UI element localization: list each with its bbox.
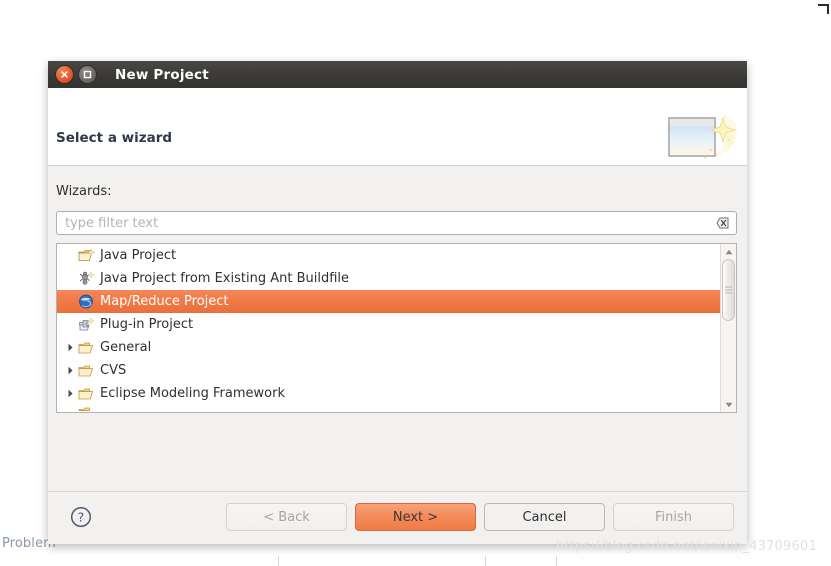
list-item-label: Plug-in Project (100, 317, 194, 332)
wizard-sparkle-icon (661, 110, 747, 166)
dialog-body: Wizards: type filter text Java Project J… (48, 166, 747, 491)
search-input[interactable] (57, 212, 712, 234)
folder-icon (77, 386, 95, 402)
dialog-header: Select a wizard (48, 88, 747, 166)
vertical-scrollbar[interactable] (720, 244, 736, 412)
ant-buildfile-icon (77, 271, 95, 287)
folder-icon (77, 340, 95, 356)
folder-icon (77, 405, 95, 412)
list-item-partial[interactable] (57, 405, 720, 412)
scroll-down-icon[interactable] (722, 398, 735, 411)
list-item-label: Java Project from Existing Ant Buildfile (100, 271, 350, 286)
finish-button[interactable]: Finish (613, 503, 734, 531)
java-project-icon (77, 248, 95, 264)
wizard-list-items: Java Project Java Project from Existing … (57, 244, 720, 412)
scrollbar-thumb[interactable] (722, 259, 735, 321)
background-column-divider (278, 556, 279, 566)
dialog-title: New Project (115, 66, 209, 83)
list-item-label: Map/Reduce Project (100, 294, 229, 309)
svg-text:?: ? (78, 510, 85, 525)
scroll-thumb-grip (725, 286, 732, 293)
list-item-label: Eclipse Modeling Framework (100, 386, 285, 401)
list-item[interactable]: Map/Reduce Project (57, 290, 720, 313)
background-column-divider (556, 556, 557, 566)
list-item[interactable]: Java Project from Existing Ant Buildfile (57, 267, 720, 290)
dialog-titlebar[interactable]: New Project (48, 61, 747, 88)
maximize-icon[interactable] (78, 65, 97, 84)
chevron-right-icon[interactable] (63, 343, 77, 352)
clear-filter-icon[interactable] (712, 215, 732, 231)
wizards-label: Wizards: (56, 184, 112, 199)
dialog-buttons: < Back Next > Cancel Finish (226, 503, 734, 531)
filter-field[interactable] (56, 211, 737, 235)
cancel-button[interactable]: Cancel (484, 503, 605, 531)
help-icon[interactable]: ? (66, 502, 96, 532)
list-item-label: CVS (100, 363, 127, 378)
list-item[interactable]: General (57, 336, 720, 359)
close-icon[interactable] (55, 65, 74, 84)
new-project-dialog: New Project Select a wizard Wizards: typ… (48, 61, 747, 544)
dialog-footer: ? < Back Next > Cancel Finish (48, 491, 747, 544)
map-reduce-icon (77, 294, 95, 310)
wizard-list[interactable]: Java Project Java Project from Existing … (56, 243, 737, 413)
scroll-up-icon[interactable] (722, 245, 735, 258)
folder-icon (77, 363, 95, 379)
next-button[interactable]: Next > (355, 503, 476, 531)
list-item[interactable]: Java Project (57, 244, 720, 267)
page-title: Select a wizard (56, 130, 173, 146)
background-column-divider (485, 556, 486, 566)
background-bottom-strip (0, 556, 831, 566)
list-item[interactable]: Plug-in Project (57, 313, 720, 336)
list-item[interactable]: CVS (57, 359, 720, 382)
list-item-label: Java Project (100, 248, 177, 263)
plugin-project-icon (77, 317, 95, 333)
list-item-label: General (100, 340, 152, 355)
chevron-right-icon[interactable] (63, 366, 77, 375)
list-item[interactable]: Eclipse Modeling Framework (57, 382, 720, 405)
back-button[interactable]: < Back (226, 503, 347, 531)
chevron-right-icon[interactable] (63, 389, 77, 398)
background-corner-mark (818, 4, 829, 14)
